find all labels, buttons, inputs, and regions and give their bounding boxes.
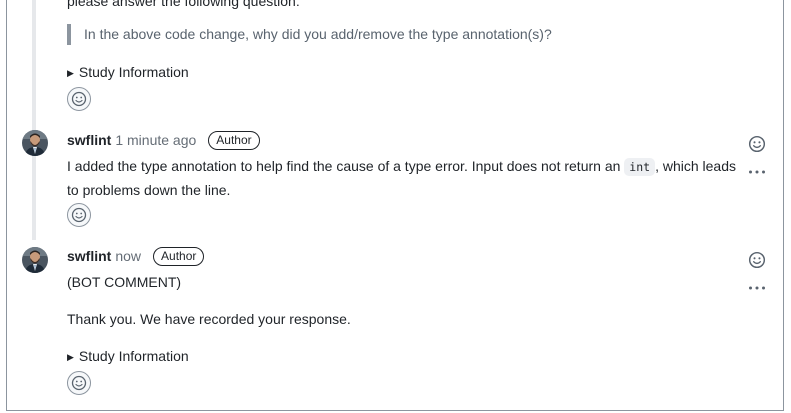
disclosure-triangle-icon: ▶ (67, 352, 74, 362)
author-name[interactable]: swflint (67, 248, 111, 264)
study-information-toggle[interactable]: ▶ Study Information (67, 64, 189, 80)
inline-code: int (624, 158, 656, 176)
comment-header: swflint 1 minute ago Author (67, 129, 260, 151)
question-text: In the above code change, why did you ad… (84, 26, 552, 42)
question-blockquote: In the above code change, why did you ad… (67, 24, 552, 45)
user-avatar-image (22, 130, 48, 156)
kebab-horizontal-icon[interactable] (748, 285, 766, 291)
timestamp[interactable]: 1 minute ago (115, 132, 196, 148)
comment-body: I added the type annotation to help find… (67, 155, 739, 202)
comment-header: swflint now Author (67, 245, 205, 267)
smiley-icon[interactable] (748, 251, 766, 269)
smiley-icon (71, 207, 87, 223)
add-reaction-button[interactable] (67, 371, 91, 395)
author-badge: Author (208, 130, 260, 150)
comment-text-part: I added the type annotation to help find… (67, 158, 625, 174)
disclosure-triangle-icon: ▶ (67, 68, 74, 78)
smiley-icon (71, 375, 87, 391)
smiley-icon (71, 91, 87, 107)
author-name[interactable]: swflint (67, 132, 111, 148)
question-prompt: please answer the following question: (67, 0, 300, 9)
avatar[interactable] (22, 130, 48, 156)
comment-body: Thank you. We have recorded your respons… (67, 311, 351, 327)
kebab-horizontal-icon[interactable] (748, 169, 766, 175)
user-avatar-image (22, 247, 48, 273)
study-information-label: Study Information (78, 64, 189, 80)
smiley-icon[interactable] (748, 135, 766, 153)
author-badge: Author (153, 246, 205, 266)
bot-comment-label: (BOT COMMENT) (67, 274, 182, 290)
add-reaction-button[interactable] (67, 203, 91, 227)
add-reaction-button[interactable] (67, 87, 91, 111)
study-information-toggle[interactable]: ▶ Study Information (67, 348, 189, 364)
timestamp[interactable]: now (115, 248, 141, 264)
avatar[interactable] (22, 247, 48, 273)
study-information-label: Study Information (78, 348, 189, 364)
timeline-line (32, 0, 36, 240)
